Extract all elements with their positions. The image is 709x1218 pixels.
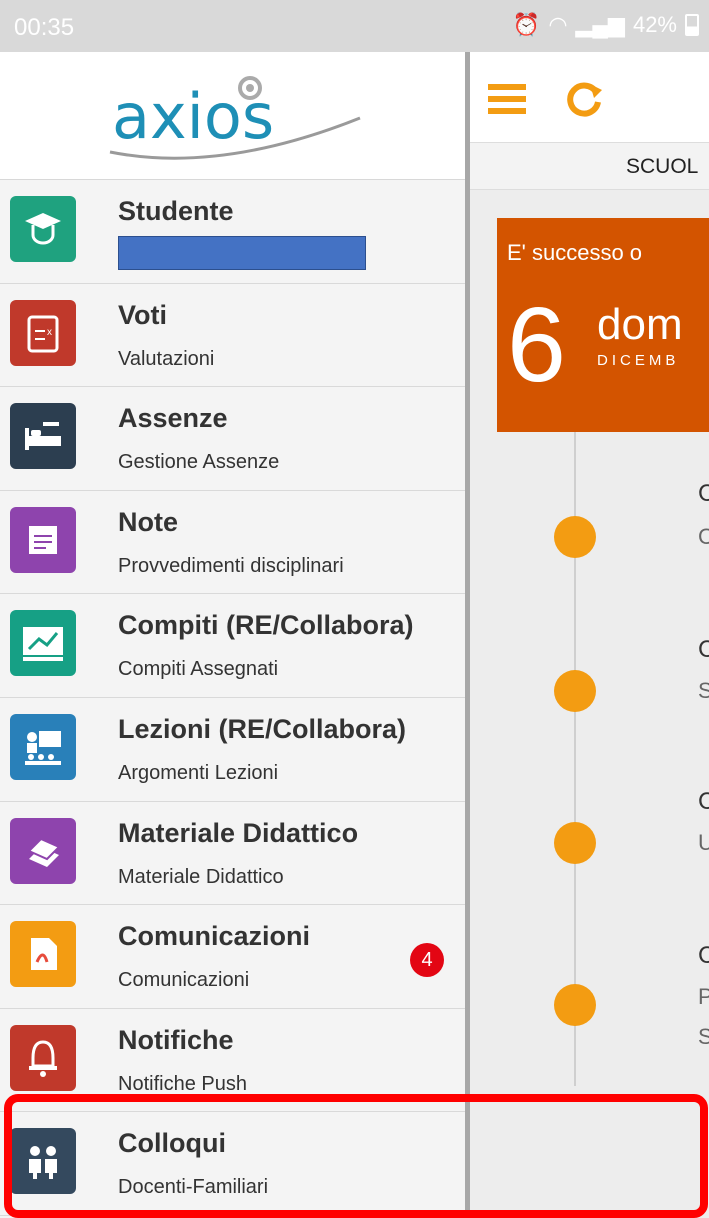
card-day: 6: [507, 286, 566, 404]
card-weekday: dom: [597, 300, 683, 349]
menu-title: Note: [118, 506, 178, 537]
menu-title: Comunicazioni: [118, 921, 311, 952]
status-time: 00:35: [14, 14, 75, 41]
battery-icon: [685, 14, 699, 36]
card-month: DICEMB: [597, 352, 680, 369]
logo-swoosh-icon: axios: [109, 76, 361, 160]
entry-title[interactable]: C: [698, 942, 709, 970]
note-icon: [10, 506, 76, 573]
menu-title: Colloqui: [118, 1128, 226, 1159]
event-date-card: E' successo o 6 dom DICEMB: [497, 218, 709, 432]
toolbar: [470, 52, 709, 142]
school-tab-bar: SCUOL: [470, 142, 709, 190]
menu-item-materiale[interactable]: Materiale Didattico Materiale Didattico: [0, 801, 466, 906]
menu-title: Studente: [118, 196, 234, 226]
entry-subtitle: P: [698, 984, 709, 1009]
menu-subtitle: Compiti Assegnati: [118, 658, 279, 681]
menu-item-voti[interactable]: x Voti Valutazioni: [0, 283, 466, 388]
alarm-icon: ⏰: [512, 12, 541, 37]
timeline-dot: [554, 984, 596, 1026]
menu-item-compiti[interactable]: Compiti (RE/Collabora) Compiti Assegnati: [0, 594, 466, 698]
menu-title: Assenze: [118, 403, 228, 434]
menu-item-assenze[interactable]: Assenze Gestione Assenze: [0, 387, 466, 491]
menu-icon[interactable]: [488, 82, 526, 116]
graduate-icon: [10, 196, 76, 262]
menu-title: Lezioni (RE/Collabora): [118, 713, 407, 744]
navigation-drawer: axios Studente x Voti Valutazioni Assenz…: [0, 52, 466, 1218]
status-right: ⏰ ◠ ▂▄▆ 42%: [513, 12, 699, 38]
pdf-icon: [10, 921, 76, 988]
drawer-header: axios: [0, 52, 466, 180]
status-bar: 00:35 ⏰ ◠ ▂▄▆ 42%: [0, 0, 709, 52]
books-icon: [10, 817, 76, 884]
menu-subtitle: Argomenti Lezioni: [118, 761, 279, 784]
main-content: SCUOL E' successo o 6 dom DICEMB C C C S…: [470, 52, 709, 1218]
clipboard-icon: x: [10, 299, 76, 366]
menu-subtitle: Provvedimenti disciplinari: [118, 554, 344, 577]
menu-item-studente[interactable]: Studente: [0, 180, 466, 284]
entry-title[interactable]: C: [698, 480, 709, 508]
entry-subtitle: U: [698, 830, 709, 855]
timeline-dot: [554, 516, 596, 558]
menu-title: Voti: [118, 299, 167, 330]
bell-icon: [10, 1024, 76, 1091]
wifi-icon: ◠: [548, 12, 568, 37]
refresh-icon[interactable]: [566, 80, 604, 118]
menu-title: Materiale Didattico: [118, 817, 359, 848]
entry-title[interactable]: C: [698, 636, 709, 664]
menu-subtitle: Valutazioni: [118, 347, 215, 370]
student-name-redacted: [118, 236, 366, 270]
logo-text: axios: [112, 80, 274, 153]
axios-logo: axios: [100, 74, 380, 171]
menu-item-colloqui[interactable]: Colloqui Docenti-Familiari: [0, 1112, 466, 1216]
menu-item-notifiche[interactable]: Notifiche Notifiche Push: [0, 1008, 466, 1113]
menu-title: Compiti (RE/Collabora): [118, 610, 414, 641]
menu-subtitle: Docenti-Familiari: [118, 1176, 269, 1199]
timeline-dot: [554, 822, 596, 864]
card-banner: E' successo o: [507, 240, 643, 265]
menu-title: Notifiche: [118, 1024, 234, 1055]
menu-subtitle: Notifiche Push: [118, 1072, 247, 1095]
unread-badge: 4: [410, 943, 444, 978]
chart-board-icon: [10, 610, 76, 677]
entry-subtitle: C: [698, 524, 709, 549]
teacher-icon: [10, 713, 76, 780]
menu-subtitle: Materiale Didattico: [118, 865, 284, 888]
signal-icon: ▂▄▆: [575, 12, 625, 37]
menu-subtitle: Comunicazioni: [118, 969, 250, 992]
entry-subtitle: S: [698, 678, 709, 703]
menu-subtitle: Gestione Assenze: [118, 451, 280, 474]
entry-title[interactable]: C: [698, 788, 709, 816]
battery-percent: 42%: [632, 12, 677, 37]
entry-subtitle: S: [698, 1024, 709, 1049]
svg-text:x: x: [47, 327, 52, 338]
meeting-icon: [10, 1128, 76, 1195]
school-label[interactable]: SCUOL: [626, 155, 698, 179]
menu-item-comunicazioni[interactable]: Comunicazioni Comunicazioni 4: [0, 905, 466, 1009]
timeline-dot: [554, 670, 596, 712]
menu-item-note[interactable]: Note Provvedimenti disciplinari: [0, 490, 466, 595]
menu-item-lezioni[interactable]: Lezioni (RE/Collabora) Argomenti Lezioni: [0, 697, 466, 802]
bed-icon: [10, 403, 76, 470]
